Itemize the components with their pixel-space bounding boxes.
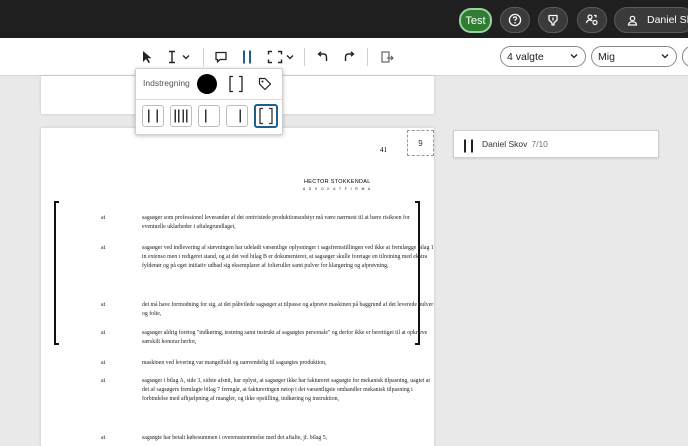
toolbar-divider [304, 48, 305, 66]
paragraph-7: at sagsøgte har betalt købesummen i over… [101, 434, 436, 444]
brackets-icon [259, 107, 273, 125]
help-circle-icon [508, 13, 522, 27]
pointer-icon [143, 51, 152, 63]
left-bar-icon [205, 109, 207, 123]
tag-icon [258, 77, 272, 91]
paragraph-label: at [101, 378, 106, 384]
annotation-author: Daniel Skov 7/10 [482, 139, 548, 149]
paragraph-text: sagsøger ved indlevering af stævningen h… [142, 245, 434, 269]
redaction-bars-icon [464, 139, 473, 153]
letterhead-sub: A D V O K A T F I R M A [303, 187, 372, 191]
paragraph-1: at sagsøger som professionel leverandør … [101, 214, 436, 234]
pointer-tool[interactable] [138, 46, 156, 68]
undo-button[interactable] [313, 46, 331, 68]
annotation-card[interactable]: Daniel Skov 7/10 [453, 130, 659, 158]
people-icon [585, 14, 598, 26]
paragraph-2: at sagsøger ved indlevering af stævninge… [101, 244, 436, 294]
chevron-down-icon [182, 55, 190, 60]
document-page: 41 9 HECTOR STOKKENDAL A D V O K A T F I… [41, 128, 434, 446]
user-icon [627, 15, 638, 26]
extra-select[interactable] [682, 46, 688, 67]
popup-label: Indstregning [143, 78, 190, 88]
paragraph-text: det må have formodning for sig, at det p… [142, 302, 434, 317]
two-bars-icon [148, 109, 158, 123]
help-button[interactable] [500, 7, 530, 33]
annotation-count: 7/10 [531, 139, 548, 149]
paragraph-text: sagsøger i bilag A, side 3, sidste afsni… [142, 378, 431, 402]
app-root: Test Daniel Sk 4 valgte Mig 41 9 HECTOR … [0, 0, 688, 446]
selection-frame-icon [267, 50, 282, 64]
paragraph-text: sagsøger aldrig foretog "indkøring, test… [142, 330, 428, 345]
annotation-toolbar: 4 valgte Mig [0, 38, 688, 76]
people-button[interactable] [577, 7, 607, 33]
paragraph-label: at [101, 215, 106, 221]
annotation-author-name: Daniel Skov [482, 139, 528, 149]
triple-bars-icon [174, 109, 188, 123]
export-icon [381, 51, 394, 63]
style-brackets[interactable] [254, 104, 278, 128]
paragraph-label: at [101, 435, 106, 441]
paragraph-5: at maskinen ved levering var mangelfuld … [101, 359, 436, 369]
redo-button[interactable] [341, 46, 359, 68]
color-swatch[interactable] [197, 74, 217, 94]
filter-select[interactable]: 4 valgte [500, 46, 586, 67]
comment-tool[interactable] [211, 46, 231, 68]
download-button[interactable] [538, 7, 568, 33]
filter-select-value: 4 valgte [507, 50, 544, 63]
comment-icon [215, 51, 227, 63]
paragraph-text: sagsøger som professionel leverandør af … [142, 215, 410, 230]
redaction-style-popup: Indstregning [135, 68, 284, 135]
frame-select-tool[interactable] [264, 46, 296, 68]
chevron-down-icon [570, 54, 578, 59]
paragraph-4: at sagsøger aldrig foretog "indkøring, t… [101, 329, 436, 349]
user-filter-select[interactable]: Mig [591, 46, 677, 67]
right-bar-icon [239, 109, 241, 123]
paragraph-6: at sagsøger i bilag A, side 3, sidste af… [101, 377, 436, 427]
brackets-style-button[interactable] [226, 74, 246, 94]
paragraph-label: at [101, 302, 106, 308]
user-filter-select-value: Mig [598, 50, 615, 63]
test-button[interactable]: Test [459, 8, 492, 33]
paragraph-text: sagsøgte har betalt købesummen i overens… [142, 435, 328, 441]
redaction-tool[interactable] [237, 46, 257, 68]
letterhead-name: HECTOR STOKKENDAL [303, 179, 371, 185]
style-triple-bars[interactable] [170, 105, 192, 127]
undo-icon [317, 51, 328, 61]
top-bar: Test Daniel Sk [0, 0, 688, 38]
popup-divider [136, 99, 284, 100]
redo-icon [344, 51, 355, 61]
style-two-bars[interactable] [142, 105, 164, 127]
page-number-box: 9 [407, 130, 434, 156]
chevron-down-icon [286, 55, 293, 60]
brackets-icon [229, 75, 243, 93]
download-icon [548, 14, 558, 26]
chevron-down-icon [661, 54, 669, 59]
user-menu-button[interactable]: Daniel Sk [614, 7, 688, 33]
letterhead: HECTOR STOKKENDAL A D V O K A T F I R M … [303, 179, 372, 191]
paragraph-label: at [101, 245, 106, 251]
style-right-bar[interactable] [226, 105, 248, 127]
export-button[interactable] [378, 46, 396, 68]
text-cursor-icon [169, 50, 175, 64]
redaction-bars-icon [243, 50, 251, 64]
paragraph-label: at [101, 360, 106, 366]
paragraph-3: at det må have formodning for sig, at de… [101, 301, 436, 321]
paragraph-text: maskinen ved levering var mangelfuld og … [142, 360, 327, 366]
toolbar-divider [367, 48, 368, 66]
redaction-bracket-left[interactable] [54, 201, 59, 345]
paragraph-label: at [101, 330, 106, 336]
user-name: Daniel Sk [647, 14, 688, 26]
toolbar-divider [203, 48, 204, 66]
text-select-tool[interactable] [163, 46, 193, 68]
tag-button[interactable] [255, 74, 275, 94]
page-number-text: 41 [380, 146, 387, 154]
style-left-bar[interactable] [198, 105, 220, 127]
